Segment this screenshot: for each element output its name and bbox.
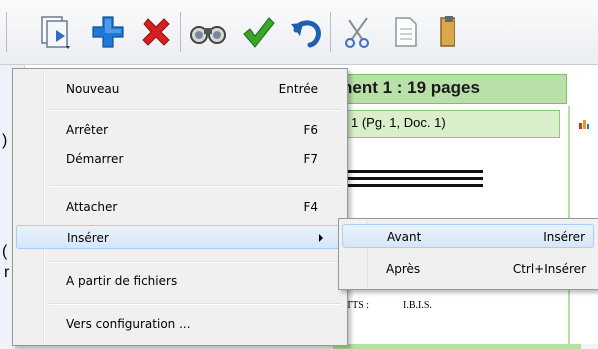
menu-item-label: Arrêter	[66, 123, 109, 137]
menu-item-shortcut: Entrée	[278, 82, 318, 96]
open-document-icon	[41, 16, 70, 49]
copy-button[interactable]	[384, 10, 428, 54]
menu-item-label: Attacher	[66, 200, 118, 214]
menu-item-label: Nouveau	[66, 82, 120, 96]
menu-item-label: Vers configuration ...	[66, 317, 191, 331]
menu-item-inserer[interactable]: Insérer	[16, 225, 342, 249]
menu-separator	[49, 303, 341, 305]
menu-item-vers-configuration[interactable]: Vers configuration ...	[16, 312, 342, 336]
document-title: nent 1 : 19 pages	[342, 78, 480, 97]
open-document-button[interactable]	[34, 10, 78, 54]
menu-item-label: A partir de fichiers	[66, 274, 178, 288]
insert-submenu: Avant Insérer Après Ctrl+Insérer	[338, 218, 598, 290]
menu-separator	[49, 185, 341, 187]
toolbar	[0, 0, 598, 65]
submenu-item-label: Après	[386, 262, 421, 276]
menu-item-demarrer[interactable]: Démarrer F7	[16, 147, 342, 171]
thumbnail-line	[347, 184, 483, 187]
undo-icon	[291, 20, 321, 48]
delete-button[interactable]	[134, 10, 178, 54]
chart-icon	[579, 120, 589, 129]
checkmark-icon	[243, 17, 275, 48]
submenu-arrow-icon	[319, 234, 323, 242]
submenu-item-shortcut: Ctrl+Insérer	[512, 262, 586, 276]
page-thumbnail-lines	[347, 170, 483, 196]
paste-icon	[440, 16, 455, 47]
menu-item-attacher[interactable]: Attacher F4	[16, 195, 342, 219]
context-menu: Nouveau Entrée Arrêter F6 Démarrer F7 At…	[12, 68, 348, 346]
copy-icon	[395, 17, 417, 47]
binoculars-icon	[190, 26, 226, 44]
menu-item-a-partir-de-fichiers[interactable]: A partir de fichiers	[16, 269, 342, 293]
menu-item-label: Démarrer	[66, 152, 124, 166]
find-button[interactable]	[186, 10, 230, 54]
toolbar-separator	[180, 12, 181, 52]
submenu-item-avant[interactable]: Avant Insérer	[342, 224, 594, 248]
cut-button[interactable]	[336, 10, 380, 54]
page-subheader-label: 1 (Pg. 1, Doc. 1)	[351, 115, 446, 130]
toolbar-separator	[330, 12, 331, 52]
scissors-icon	[345, 17, 369, 48]
submenu-item-apres[interactable]: Après Ctrl+Insérer	[342, 257, 594, 281]
menu-separator	[49, 261, 341, 263]
toolbar-separator	[6, 12, 7, 52]
page-text: I.B.I.S.	[403, 300, 432, 311]
menu-item-arreter[interactable]: Arrêter F6	[16, 118, 342, 142]
menu-item-shortcut: F7	[303, 152, 318, 166]
menu-item-shortcut: F6	[303, 123, 318, 137]
thumbnail-line	[347, 177, 483, 180]
page-text: TTS :	[346, 300, 370, 311]
left-panel-text: (	[2, 243, 8, 260]
undo-button[interactable]	[284, 10, 328, 54]
thumbnail-line	[347, 170, 483, 173]
submenu-item-shortcut: Insérer	[543, 230, 585, 244]
add-button[interactable]	[86, 10, 130, 54]
menu-separator	[49, 109, 341, 111]
left-panel-text: r	[4, 264, 10, 281]
validate-button[interactable]	[236, 10, 280, 54]
paste-button[interactable]	[430, 10, 460, 54]
delete-x-icon	[142, 18, 170, 46]
menu-item-label: Insérer	[67, 231, 109, 245]
add-plus-icon	[92, 16, 124, 48]
submenu-item-label: Avant	[387, 230, 422, 244]
left-panel-text: )	[2, 132, 8, 149]
menu-item-shortcut: F4	[303, 200, 318, 214]
menu-item-nouveau[interactable]: Nouveau Entrée	[16, 77, 342, 101]
